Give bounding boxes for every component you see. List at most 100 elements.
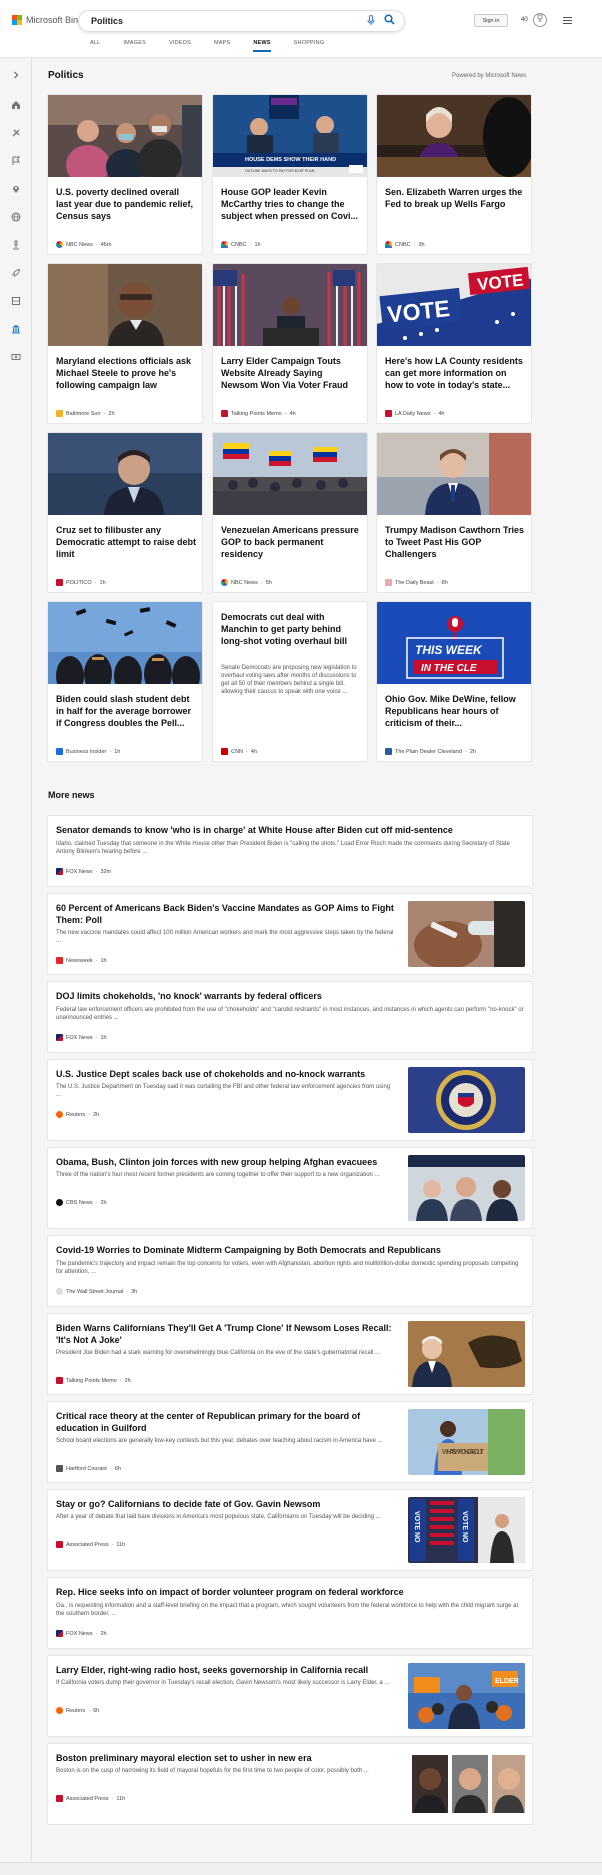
more-news-title-link[interactable]: 60 Percent of Americans Back Biden's Vac… [56,902,396,926]
search-icon[interactable] [383,14,396,27]
more-news-item[interactable]: Covid-19 Worries to Dominate Midterm Cam… [47,1235,533,1307]
more-news-title-link[interactable]: Covid-19 Worries to Dominate Midterm Cam… [56,1244,526,1256]
card-title[interactable]: Larry Elder Campaign Touts Website Alrea… [221,355,362,391]
source-name: FOX News [66,1630,93,1637]
more-news-item[interactable]: Larry Elder, right-wing radio host, seek… [47,1655,533,1737]
news-card[interactable]: VOTE VOTE Here's how LA County residents… [376,263,532,424]
more-news-title-link[interactable]: Obama, Bush, Clinton join forces with ne… [56,1156,396,1168]
card-title[interactable]: Maryland elections officials ask Michael… [56,355,197,391]
tab-news[interactable]: NEWS [253,40,271,52]
microphone-icon[interactable] [365,15,377,27]
search-box[interactable]: Politics [78,10,405,32]
dot-separator: · [95,1630,98,1637]
tab-videos[interactable]: VIDEOS [169,40,191,52]
menu-icon[interactable] [563,17,572,26]
card-title[interactable]: Sen. Elizabeth Warren urges the Fed to b… [385,186,526,210]
more-news-title-link[interactable]: Larry Elder, right-wing radio host, seek… [56,1664,396,1676]
news-card[interactable]: Biden could slash student debt in half f… [47,601,203,762]
card-title[interactable]: Trumpy Madison Cawthorn Tries to Tweet P… [385,524,526,560]
more-news-title-link[interactable]: Stay or go? Californians to decide fate … [56,1498,396,1510]
globe-icon[interactable] [10,212,22,224]
tab-maps[interactable]: MAPS [214,40,230,52]
rewards-points[interactable]: 40 [521,17,528,23]
expand-chevron-icon[interactable] [10,70,22,82]
search-input[interactable]: Politics [91,16,123,26]
vote-no-sign-text: VOTE NO [413,1511,420,1543]
more-news-source: Associated Press · 11h [56,1795,125,1802]
location-pin-icon[interactable] [10,184,22,196]
news-card[interactable]: Democrats cut deal with Manchin to get p… [212,601,368,762]
more-news-item[interactable]: Stay or go? Californians to decide fate … [47,1489,533,1571]
card-image [48,95,202,185]
card-title[interactable]: Cruz set to filibuster any Democratic at… [56,524,197,560]
more-news-snippet: The pandemic's trajectory and impact rem… [56,1261,519,1275]
more-news-title-link[interactable]: DOJ limits chokeholds, 'no knock' warran… [56,990,526,1002]
more-news-title-link[interactable]: Boston preliminary mayoral election set … [56,1752,396,1764]
rocket-icon[interactable] [10,268,22,280]
news-card[interactable]: Sen. Elizabeth Warren urges the Fed to b… [376,94,532,255]
microscope-icon[interactable] [10,240,22,252]
tab-shopping[interactable]: SHOPPING [294,40,325,52]
news-card[interactable]: Maryland elections officials ask Michael… [47,263,203,424]
source-name: CNBC [231,241,247,248]
news-card[interactable]: Trumpy Madison Cawthorn Tries to Tweet P… [376,432,532,593]
plain-dealer-logo-icon [385,748,392,755]
news-card[interactable]: U.S. poverty declined overall last year … [47,94,203,255]
news-card[interactable]: Venezuelan Americans pressure GOP to bac… [212,432,368,593]
more-news-title-link[interactable]: Critical race theory at the center of Re… [56,1410,396,1434]
more-news-item[interactable]: Boston preliminary mayoral election set … [47,1743,533,1825]
card-title[interactable]: Biden could slash student debt in half f… [56,693,197,729]
more-news-title-link[interactable]: Senator demands to know 'who is in charg… [56,824,526,836]
flag-icon[interactable] [10,156,22,168]
more-news-item[interactable]: Biden Warns Californians They'll Get A '… [47,1313,533,1395]
dot-separator: · [111,1795,114,1802]
source-time: 1h [114,748,121,755]
top-bar: Microsoft Bing Politics ALL IMAGES VIDEO… [0,0,602,58]
more-news-snippet: Ga., is requesting information and a sta… [56,1603,519,1617]
more-news-item[interactable]: U.S. Justice Dept scales back use of cho… [47,1059,533,1141]
dot-separator: · [249,241,252,248]
more-news-item[interactable]: Senator demands to know 'who is in charg… [47,815,533,887]
source-name: NBC News [231,579,258,586]
more-news-item[interactable]: DOJ limits chokeholds, 'no knock' warran… [47,981,533,1053]
news-card[interactable]: THIS WEEK IN THE CLE Ohio Gov. Mike DeWi… [376,601,532,762]
news-sidebar [0,58,32,1875]
talking-points-memo-logo-icon [56,1377,63,1384]
more-news-title-link[interactable]: Rep. Hice seeks info on impact of border… [56,1586,526,1598]
card-title[interactable]: Venezuelan Americans pressure GOP to bac… [221,524,362,560]
source-name: FOX News [66,868,93,875]
more-news-image: WHAT'S WRONG ABOUT [408,1409,525,1475]
card-title[interactable]: House GOP leader Kevin McCarthy tries to… [221,186,362,222]
film-icon[interactable] [10,296,22,308]
more-news-item[interactable]: Obama, Bush, Clinton join forces with ne… [47,1147,533,1229]
tab-all[interactable]: ALL [90,40,100,52]
more-news-title-link[interactable]: U.S. Justice Dept scales back use of cho… [56,1068,396,1080]
news-card[interactable]: Cruz set to filibuster any Democratic at… [47,432,203,593]
news-card[interactable]: HOUSE DEMS SHOW THEIR HAND OUTLINE WAYS … [212,94,368,255]
source-name: The Plain Dealer Cleveland [395,748,462,755]
sign-in-button[interactable]: Sign in [474,14,508,27]
card-title[interactable]: Ohio Gov. Mike DeWine, fellow Republican… [385,693,526,729]
more-news-item[interactable]: Rep. Hice seeks info on impact of border… [47,1577,533,1649]
source-time: 11h [116,1541,126,1548]
more-news-image: ELDER [408,1663,525,1729]
home-icon[interactable] [10,100,22,112]
card-title[interactable]: Democrats cut deal with Manchin to get p… [221,611,362,647]
dot-separator: · [88,1707,91,1714]
money-icon[interactable] [10,352,22,364]
more-news-item[interactable]: Critical race theory at the center of Re… [47,1401,533,1483]
politics-building-icon[interactable] [10,324,22,336]
source-time: 3h [131,1288,138,1295]
source-time: 8h [441,579,448,586]
card-title[interactable]: Here's how LA County residents can get m… [385,355,526,391]
more-news-item[interactable]: 60 Percent of Americans Back Biden's Vac… [47,893,533,975]
tab-images[interactable]: IMAGES [123,40,146,52]
bing-logo[interactable]: Microsoft Bing [12,15,83,25]
more-news-image [408,1321,525,1387]
rewards-trophy-icon[interactable] [533,13,547,27]
tools-icon[interactable] [10,128,22,140]
news-card[interactable]: Larry Elder Campaign Touts Website Alrea… [212,263,368,424]
card-title[interactable]: U.S. poverty declined overall last year … [56,186,197,222]
cnbc-logo-icon [385,241,392,248]
more-news-title-link[interactable]: Biden Warns Californians They'll Get A '… [56,1322,396,1346]
